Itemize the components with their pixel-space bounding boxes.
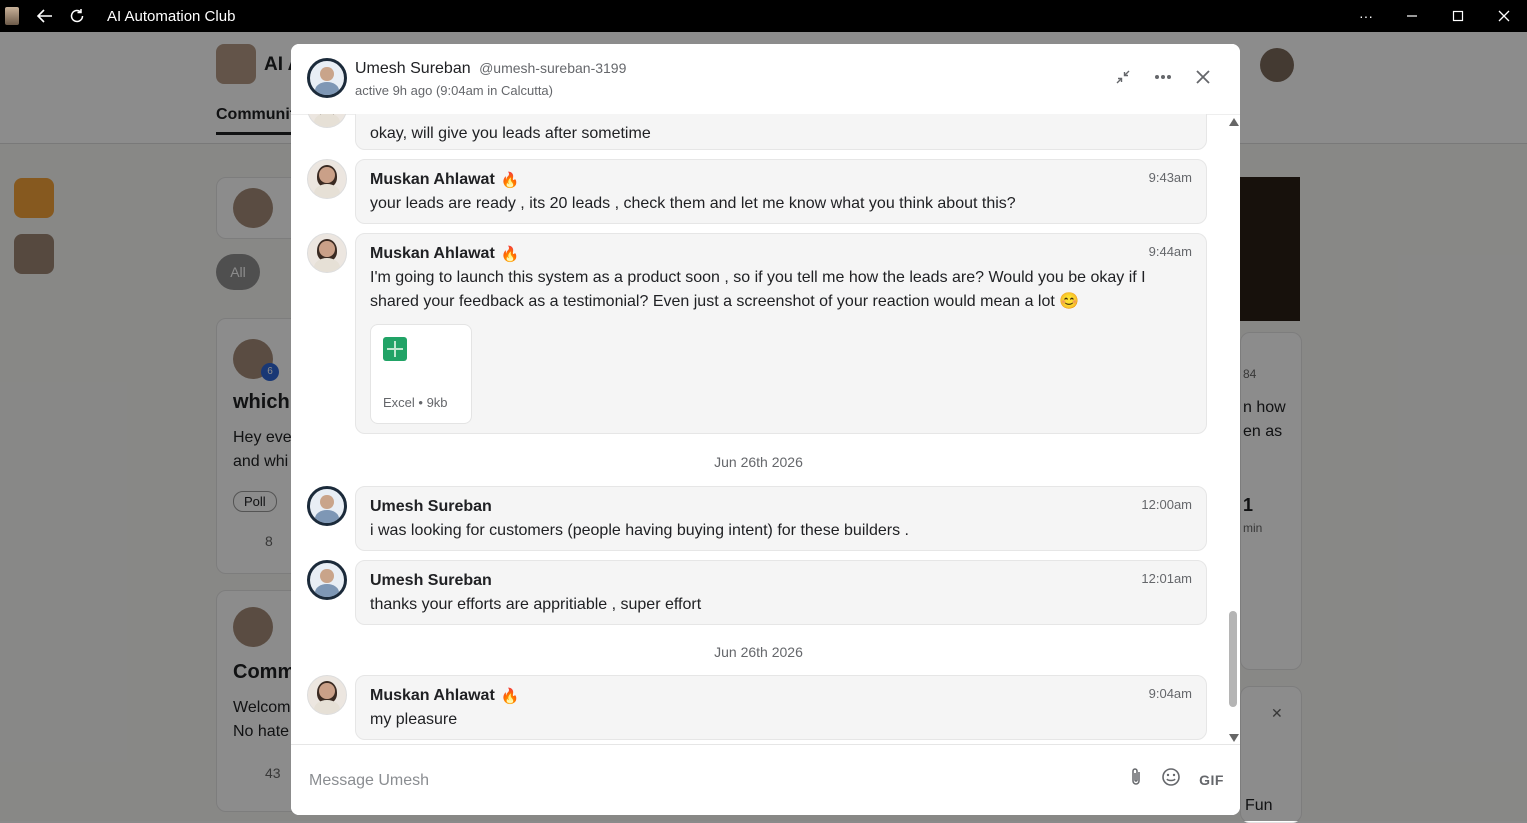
sender-avatar[interactable] (307, 486, 347, 526)
message-bubble: Muskan Ahlawat 🔥 9:43am your leads are re… (355, 159, 1207, 224)
scroll-up-arrow-icon[interactable] (1229, 118, 1239, 126)
message-text: thanks your efforts are appritiable , su… (370, 596, 702, 613)
fire-icon: 🔥 (500, 688, 520, 705)
sender-name-text: Muskan Ahlawat (370, 687, 495, 704)
date-separator: Jun 26th 2026 (714, 644, 803, 660)
chat-partner-avatar[interactable] (307, 58, 347, 98)
message-bubble: Muskan Ahlawat 🔥 9:44am I'm going to laun… (355, 233, 1207, 434)
sender-name[interactable]: Umesh Sureban (370, 498, 1192, 516)
message-time: 12:01am (1141, 571, 1192, 586)
date-separator: Jun 26th 2026 (714, 454, 803, 470)
sender-name[interactable]: Muskan Ahlawat 🔥 (370, 171, 1192, 189)
message-text: I'm going to launch this system as a pro… (370, 269, 1146, 310)
excel-file-icon (383, 337, 407, 361)
fire-icon: 🔥 (500, 172, 520, 189)
window-close-icon[interactable] (1481, 0, 1527, 32)
sender-name[interactable]: Umesh Sureban (370, 572, 1192, 590)
chat-partner-status: active 9h ago (9:04am in Calcutta) (355, 83, 553, 98)
close-icon[interactable] (1190, 64, 1216, 90)
message-bubble: Umesh Sureban 12:00am i was looking for … (355, 486, 1207, 551)
window-title: AI Automation Club (107, 7, 236, 25)
scrollbar-thumb[interactable] (1229, 611, 1237, 707)
message-text: okay, will give you leads after sometime (370, 125, 651, 142)
message-bubble: okay, will give you leads after sometime (355, 114, 1207, 150)
message-text: your leads are ready , its 20 leads , ch… (370, 195, 1016, 212)
gif-button[interactable]: GIF (1199, 772, 1224, 788)
attach-icon[interactable] (1129, 767, 1143, 792)
message-time: 12:00am (1141, 497, 1192, 512)
refresh-icon[interactable] (61, 0, 93, 32)
app-icon (5, 7, 19, 25)
minimize-icon[interactable] (1389, 0, 1435, 32)
message-scrollbar[interactable] (1226, 114, 1240, 744)
sender-avatar[interactable] (307, 233, 347, 273)
message-bubble: Muskan Ahlawat 🔥 9:04am my pleasure (355, 675, 1207, 740)
more-icon[interactable]: ··· (1343, 0, 1389, 32)
sender-name-text: Muskan Ahlawat (370, 245, 495, 262)
emoji-icon[interactable] (1161, 767, 1181, 792)
message-list[interactable]: okay, will give you leads after sometime… (291, 114, 1240, 744)
sender-name[interactable]: Muskan Ahlawat 🔥 (370, 687, 1192, 705)
sender-avatar[interactable] (307, 114, 347, 128)
scroll-down-arrow-icon[interactable] (1229, 734, 1239, 742)
sender-avatar[interactable] (307, 159, 347, 199)
window-titlebar: AI Automation Club ··· (0, 0, 1527, 32)
back-icon[interactable] (29, 0, 61, 32)
message-text: my pleasure (370, 711, 458, 728)
sender-avatar[interactable] (307, 560, 347, 600)
sender-name[interactable]: Muskan Ahlawat 🔥 (370, 245, 1192, 263)
maximize-icon[interactable] (1435, 0, 1481, 32)
chat-partner-name-text: Umesh Sureban (355, 60, 471, 77)
chat-header: Umesh Sureban @umesh-sureban-3199 active… (291, 44, 1240, 115)
fire-icon: 🔥 (500, 246, 520, 263)
sender-avatar[interactable] (307, 675, 347, 715)
message-text: i was looking for customers (people havi… (370, 522, 909, 539)
message-composer: GIF (291, 744, 1240, 815)
message-time: 9:43am (1148, 170, 1192, 185)
message-bubble: Umesh Sureban 12:01am thanks your effort… (355, 560, 1207, 625)
more-options-icon[interactable] (1150, 64, 1176, 90)
file-attachment[interactable]: Excel • 9kb (370, 324, 472, 424)
message-time: 9:04am (1148, 686, 1192, 701)
chat-partner-name[interactable]: Umesh Sureban @umesh-sureban-3199 (355, 60, 626, 78)
collapse-icon[interactable] (1110, 64, 1136, 90)
message-input[interactable] (307, 765, 1091, 797)
sender-name-text: Muskan Ahlawat (370, 171, 495, 188)
message-time: 9:44am (1148, 244, 1192, 259)
chat-modal: Umesh Sureban @umesh-sureban-3199 active… (291, 44, 1240, 815)
attachment-label: Excel • 9kb (383, 395, 448, 410)
chat-partner-handle: @umesh-sureban-3199 (479, 60, 627, 76)
